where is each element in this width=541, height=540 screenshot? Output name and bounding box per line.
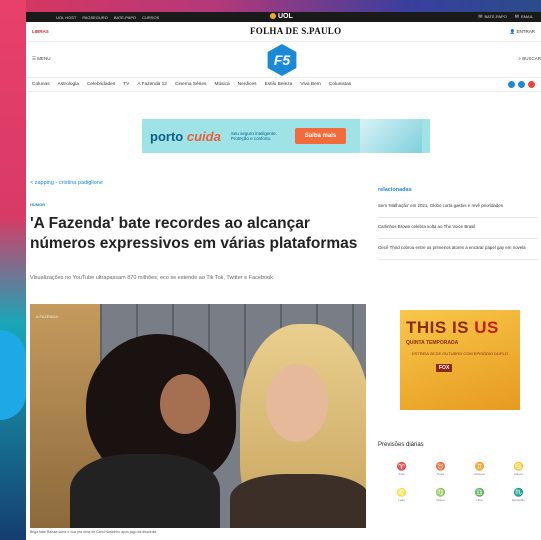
photo-person-left-face: [160, 374, 210, 434]
sign-cancer[interactable]: ♋ Câncer: [499, 462, 538, 476]
nav-item[interactable]: A Fazenda 12: [137, 82, 167, 87]
uol-logo[interactable]: UOL: [270, 13, 293, 20]
side-ad-title-part2: US: [474, 318, 499, 337]
related-label: relacionadas: [378, 187, 412, 193]
horoscope-title: Previsões diárias: [378, 442, 424, 448]
menu-button[interactable]: ☰ MENU: [32, 56, 51, 62]
uol-right-links: BATE-PAPO EMAIL: [478, 14, 533, 20]
banner-ad[interactable]: porto cuida Seu seguro inteligente. Prot…: [142, 119, 430, 153]
side-ad-date: ESTREIA 28 DE OUTUBRO COM EPISÓDIO DUPLO: [411, 351, 509, 356]
background-left-strip: [0, 0, 26, 540]
sign-label: Libra: [476, 498, 483, 502]
article-headline: 'A Fazenda' bate recordes ao alcançar nú…: [30, 215, 358, 253]
related-item[interactable]: Carlinhos Brown celebra volta ao The Voi…: [378, 224, 538, 240]
virgo-icon: ♍: [435, 488, 446, 497]
email-link[interactable]: EMAIL: [515, 14, 533, 20]
ad-brand-part1: porto: [150, 128, 184, 144]
sign-leo[interactable]: ♌ Leão: [382, 488, 421, 502]
nav-item[interactable]: TV: [123, 82, 129, 87]
search-button[interactable]: ⌕ BUSCAR: [518, 56, 541, 61]
scorpio-icon: ♏: [513, 488, 524, 497]
background-blob: [0, 330, 26, 420]
folha-logo[interactable]: FOLHA DE S.PAULO: [250, 26, 341, 36]
browser-page: UOL HOST PAGSEGURO BATE-PAPO CURSOS UOL …: [26, 12, 541, 540]
f5-logo[interactable]: F5: [267, 44, 297, 76]
sign-gemini[interactable]: ♊ Gêmeos: [460, 462, 499, 476]
taurus-icon: ♉: [435, 462, 446, 471]
twitter-icon[interactable]: [518, 81, 525, 88]
side-ad-network: FOX: [436, 364, 453, 372]
uol-bar: UOL HOST PAGSEGURO BATE-PAPO CURSOS UOL …: [26, 12, 541, 22]
side-ad-title: THIS IS US: [406, 318, 514, 338]
uol-link[interactable]: UOL HOST: [56, 15, 76, 20]
sign-label: Virgem: [436, 498, 445, 502]
related-sidebar: relacionadas Sem 'Malhação' em 2021, Glo…: [378, 187, 538, 266]
article-standfirst: Visualizações no YouTube ultrapassam 870…: [30, 275, 273, 281]
uol-link[interactable]: PAGSEGURO: [82, 15, 108, 20]
menu-label: MENU: [37, 56, 51, 61]
sign-label: Escorpião: [512, 498, 525, 502]
article-kicker[interactable]: HUMOR: [30, 202, 45, 207]
photo-person-right-face: [266, 364, 328, 442]
libra-icon: ♎: [474, 488, 485, 497]
nav-item[interactable]: Colunistas: [329, 82, 351, 87]
uol-logo-icon: [270, 13, 276, 19]
nav-item[interactable]: Música: [214, 82, 229, 87]
nav-item[interactable]: Nerdices: [238, 82, 257, 87]
ad-tagline: Seu seguro inteligente. Proteção e confo…: [230, 130, 277, 141]
related-item[interactable]: Gecê Third cobrou entre os primeiros ato…: [378, 245, 538, 261]
side-ad-subtitle: QUINTA TEMPORADA: [406, 340, 459, 346]
photo-watermark: A FAZENDA: [36, 314, 59, 319]
aries-icon: ♈: [396, 462, 407, 471]
ad-cta-button[interactable]: Saiba mais: [294, 128, 347, 144]
ad-brand: porto cuida: [150, 129, 221, 144]
sign-label: Gêmeos: [474, 472, 485, 476]
nav-item[interactable]: Colunas: [32, 82, 50, 87]
breadcrumb[interactable]: < zapping - cristina padiglione: [30, 180, 103, 186]
section-nav: Colunas Astrologia Celebridades TV A Faz…: [26, 78, 541, 92]
nav-item[interactable]: Viva Bem: [300, 82, 320, 87]
photo-person-left-body: [70, 454, 220, 528]
youtube-icon[interactable]: [528, 81, 535, 88]
uol-link[interactable]: CURSOS: [142, 15, 159, 20]
uol-link[interactable]: BATE-PAPO: [114, 15, 136, 20]
cancer-icon: ♋: [513, 462, 524, 471]
sign-taurus[interactable]: ♉ Touro: [421, 462, 460, 476]
side-ad-title-part1: THIS IS: [406, 318, 475, 337]
uol-logo-text: UOL: [278, 13, 293, 20]
side-ad[interactable]: THIS IS US QUINTA TEMPORADA ESTREIA 28 D…: [400, 310, 520, 410]
sign-aries[interactable]: ♈ Áries: [382, 462, 421, 476]
batepapo-link[interactable]: BATE-PAPO: [478, 14, 506, 20]
nav-item[interactable]: Astrologia: [58, 82, 79, 87]
libras-link[interactable]: LIBRAS: [32, 29, 49, 34]
ad-image: [360, 119, 422, 153]
sign-scorpio[interactable]: ♏ Escorpião: [499, 488, 538, 502]
search-label: BUSCAR: [522, 56, 541, 61]
sign-libra[interactable]: ♎ Libra: [460, 488, 499, 502]
login-label: ENTRAR: [516, 28, 535, 34]
masthead: LIBRAS FOLHA DE S.PAULO 👤 ENTRAR: [26, 22, 541, 42]
ad-brand-part2: cuida: [186, 128, 221, 144]
gemini-icon: ♊: [474, 462, 485, 471]
sign-label: Áries: [398, 472, 405, 476]
sign-label: Touro: [437, 472, 444, 476]
background-top-strip: [0, 0, 541, 12]
photo-caption: Briga fake Raissa surra e voa pra cima d…: [30, 530, 157, 534]
sign-label: Câncer: [513, 472, 524, 476]
leo-icon: ♌: [396, 488, 407, 497]
sign-virgo[interactable]: ♍ Virgem: [421, 488, 460, 502]
article-photo[interactable]: A FAZENDA: [30, 304, 366, 528]
facebook-icon[interactable]: [508, 81, 515, 88]
social-links: [508, 81, 535, 88]
nav-item[interactable]: Estilo Beleza: [265, 82, 293, 87]
uol-links: UOL HOST PAGSEGURO BATE-PAPO CURSOS: [56, 15, 159, 20]
horoscope-grid: ♈ Áries ♉ Touro ♊ Gêmeos ♋ Câncer ♌ Leão ♍ Vir…: [382, 462, 538, 502]
photo-person-right-body: [230, 474, 366, 528]
login-link[interactable]: 👤 ENTRAR: [510, 29, 535, 35]
nav-item[interactable]: Celebridades: [87, 82, 115, 87]
nav-item[interactable]: Cinema Séries: [175, 82, 206, 87]
sign-label: Leão: [398, 498, 405, 502]
related-item[interactable]: Sem 'Malhação' em 2021, Globo corta gast…: [378, 203, 538, 219]
f5-header: ☰ MENU F5 ⌕ BUSCAR: [26, 42, 541, 78]
